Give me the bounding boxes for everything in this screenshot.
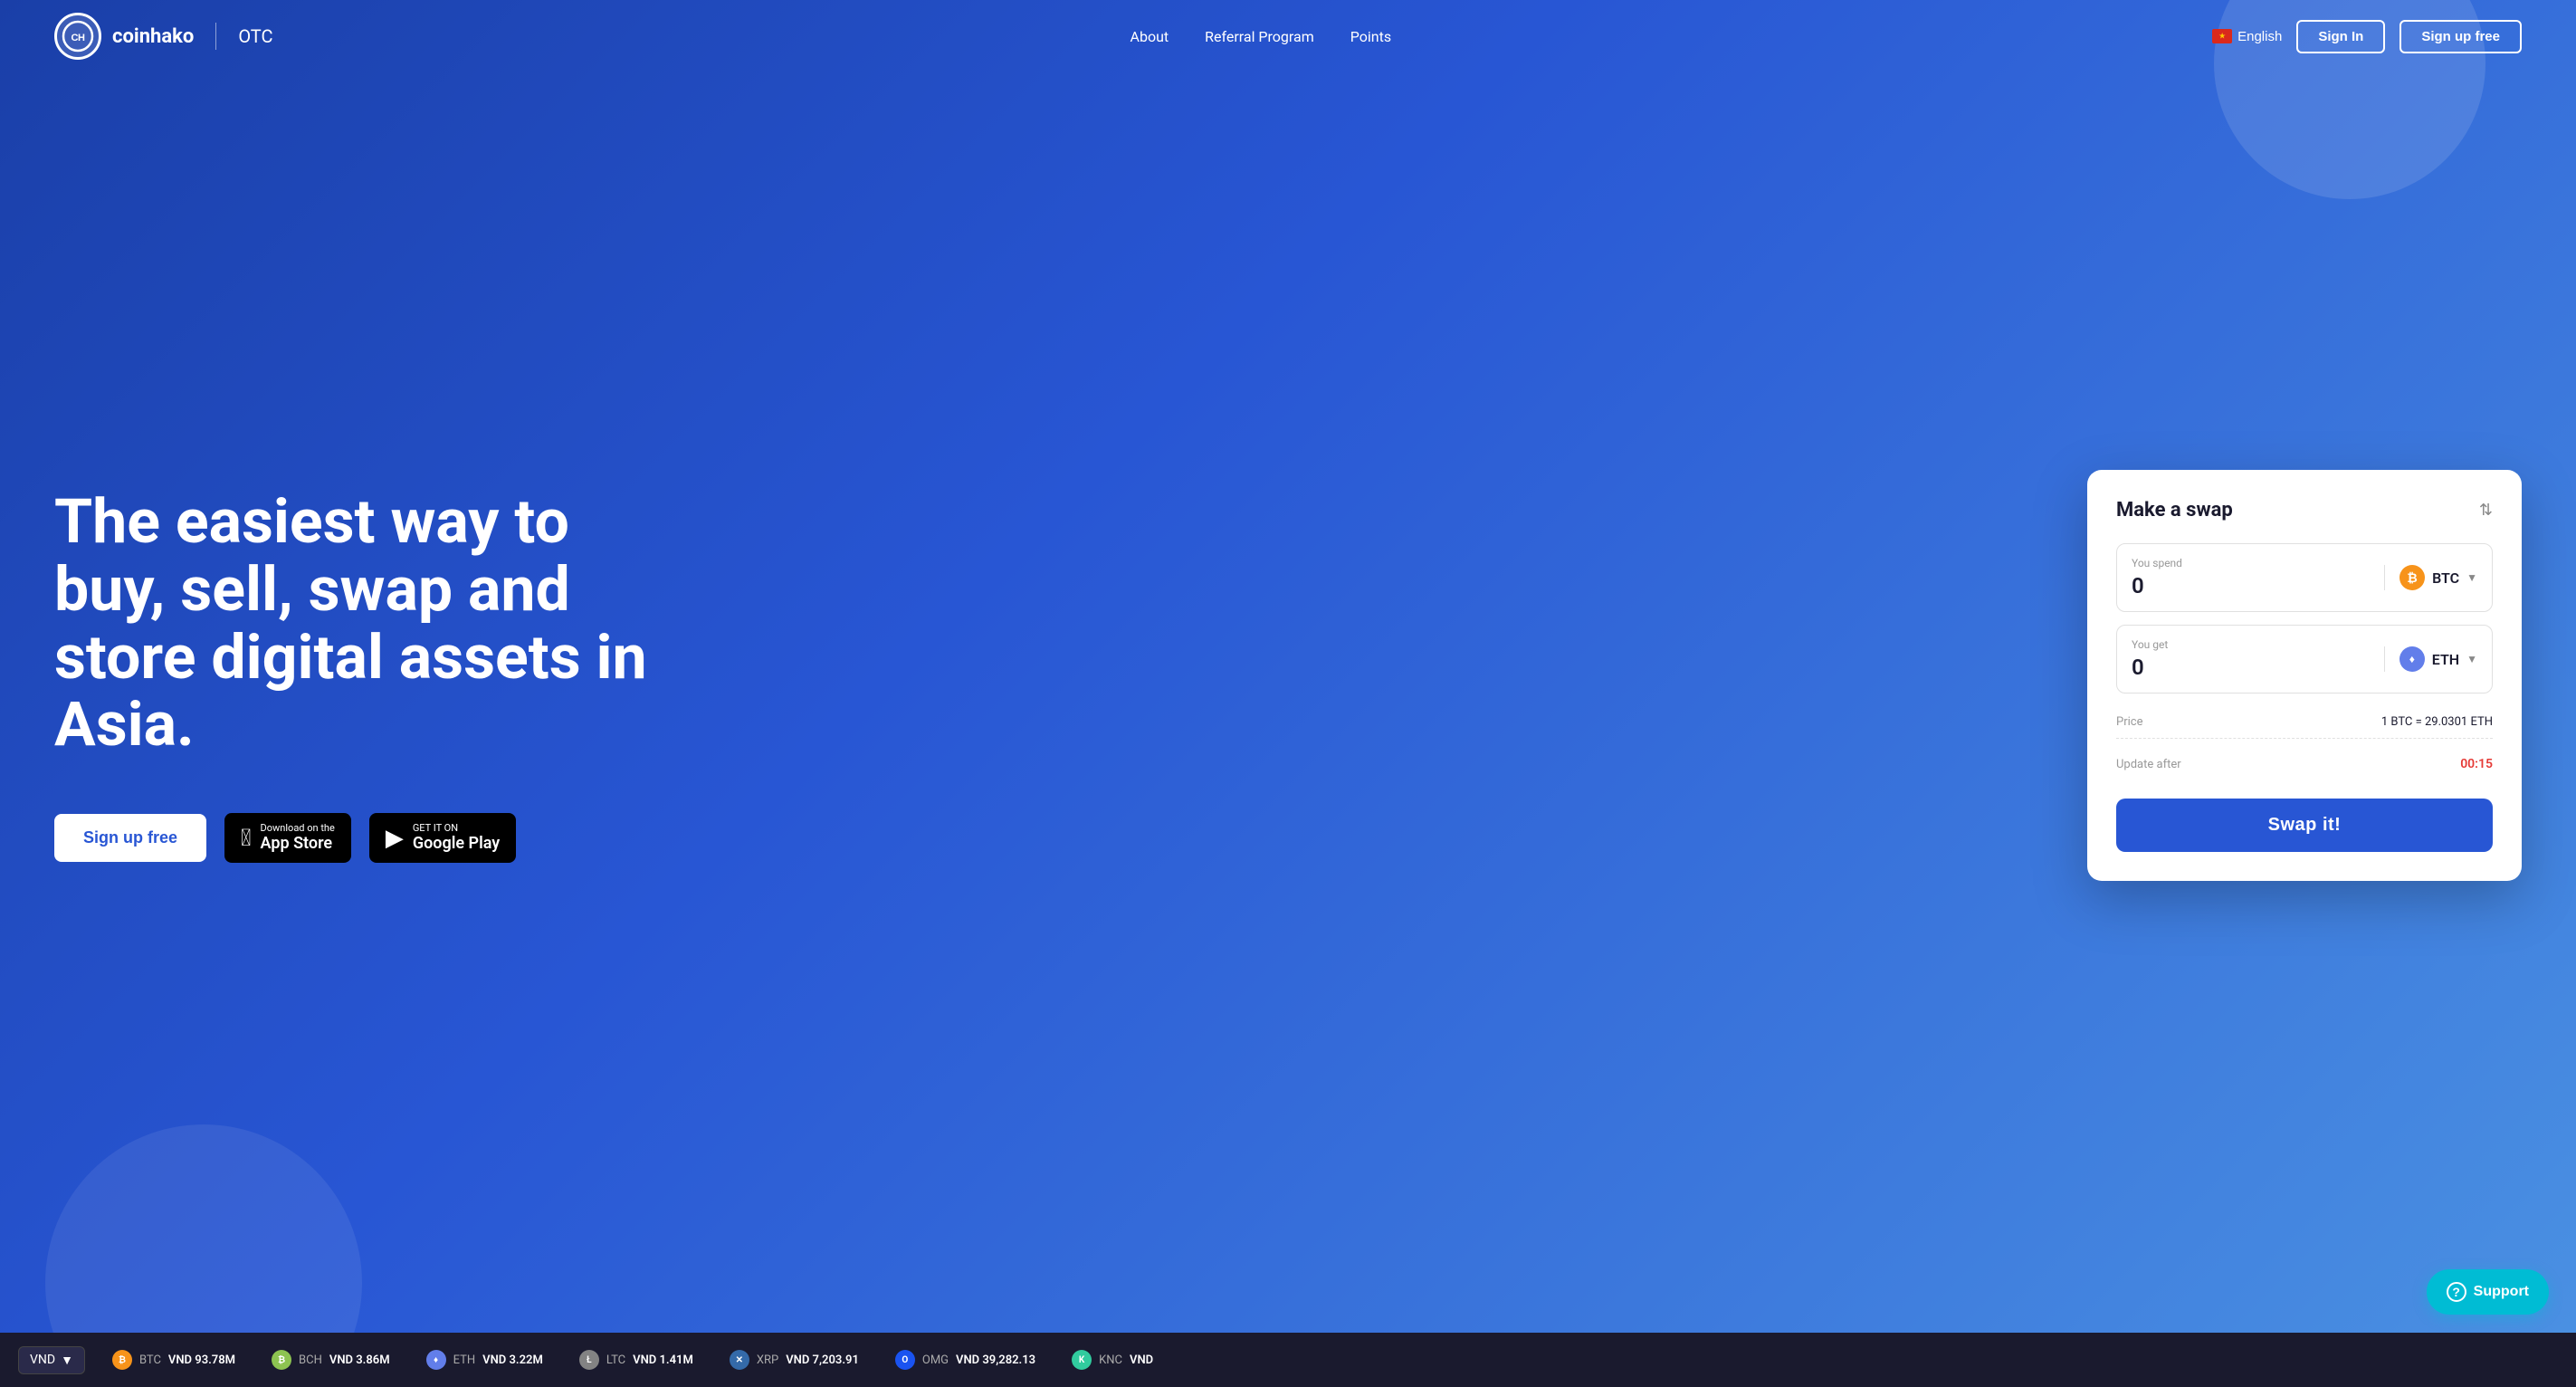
main-nav: About Referral Program Points xyxy=(310,28,2213,45)
swap-title: Make a swap xyxy=(2116,499,2233,521)
ticker-eth: ♦ ETH VND 3.22M xyxy=(426,1350,543,1370)
get-input-left: You get xyxy=(2132,638,2384,680)
ticker-ltc: Ł LTC VND 1.41M xyxy=(579,1350,693,1370)
ltc-ticker-symbol: LTC xyxy=(606,1354,625,1367)
google-play-line2: Google Play xyxy=(413,834,500,854)
ticker-currency-label: VND xyxy=(30,1353,55,1367)
spend-currency-name: BTC xyxy=(2432,569,2459,587)
ticker-omg: O OMG VND 39,282.13 xyxy=(895,1350,1035,1370)
swap-card-header: Make a swap ⇅ xyxy=(2116,499,2493,521)
ltc-ticker-value: VND 1.41M xyxy=(633,1354,693,1367)
update-label: Update after xyxy=(2116,758,2181,771)
spend-label: You spend xyxy=(2132,557,2384,569)
svg-text:CH: CH xyxy=(72,33,85,43)
spend-currency-selector[interactable]: ₿ BTC ▼ xyxy=(2384,565,2477,590)
omg-ticker-icon: O xyxy=(895,1350,915,1370)
swap-arrows-icon[interactable]: ⇅ xyxy=(2479,501,2493,520)
logo-text: coinhako xyxy=(112,25,194,48)
update-row: Update after 00:15 xyxy=(2116,748,2493,780)
bg-circle-2 xyxy=(45,1124,362,1333)
get-currency-name: ETH xyxy=(2432,651,2459,668)
header-right: English Sign In Sign up free xyxy=(2212,20,2522,53)
nav-about[interactable]: About xyxy=(1131,28,1169,45)
swap-card: Make a swap ⇅ You spend ₿ BTC ▼ You get xyxy=(2087,470,2522,881)
update-timer: 00:15 xyxy=(2460,757,2493,771)
get-label: You get xyxy=(2132,638,2384,651)
nav-referral[interactable]: Referral Program xyxy=(1205,28,1314,45)
get-currency-selector[interactable]: ♦ ETH ▼ xyxy=(2384,646,2477,672)
spend-input-left: You spend xyxy=(2132,557,2384,598)
logo-area: CH coinhako OTC xyxy=(54,13,273,60)
ticker-currency-select[interactable]: VND ▼ xyxy=(18,1346,85,1374)
ticker-xrp: ✕ XRP VND 7,203.91 xyxy=(730,1350,859,1370)
language-label: English xyxy=(2237,29,2282,44)
google-play-text: GET IT ON Google Play xyxy=(413,822,500,854)
ltc-ticker-icon: Ł xyxy=(579,1350,599,1370)
signup-header-button[interactable]: Sign up free xyxy=(2399,20,2522,53)
hero-right: Make a swap ⇅ You spend ₿ BTC ▼ You get xyxy=(2087,470,2522,881)
xrp-ticker-symbol: XRP xyxy=(757,1354,778,1367)
omg-ticker-symbol: OMG xyxy=(922,1354,949,1367)
btc-icon: ₿ xyxy=(2399,565,2425,590)
app-store-text: Download on the App Store xyxy=(261,822,335,854)
vietnam-flag-icon xyxy=(2212,29,2232,43)
support-label: Support xyxy=(2474,1284,2529,1300)
bch-ticker-value: VND 3.86M xyxy=(329,1354,390,1367)
google-play-line1: GET IT ON xyxy=(413,822,500,834)
signin-button[interactable]: Sign In xyxy=(2296,20,2385,53)
language-selector[interactable]: English xyxy=(2212,29,2282,44)
google-play-button[interactable]: ▶ GET IT ON Google Play xyxy=(369,813,516,863)
swap-it-button[interactable]: Swap it! xyxy=(2116,799,2493,852)
xrp-ticker-value: VND 7,203.91 xyxy=(786,1354,859,1367)
bch-ticker-symbol: BCH xyxy=(299,1354,322,1367)
logo-divider xyxy=(215,23,216,50)
eth-ticker-value: VND 3.22M xyxy=(482,1354,543,1367)
ticker-bar: VND ▼ ₿ BTC VND 93.78M ₿ BCH VND 3.86M ♦… xyxy=(0,1333,2576,1387)
btc-ticker-symbol: BTC xyxy=(139,1354,161,1367)
hero-ctas: Sign up free  Download on the App Store… xyxy=(54,813,688,863)
app-store-button[interactable]:  Download on the App Store xyxy=(224,813,351,863)
hero-title: The easiest way to buy, sell, swap and s… xyxy=(54,488,688,759)
ticker-knc: K KNC VND xyxy=(1072,1350,1153,1370)
bch-ticker-icon: ₿ xyxy=(272,1350,291,1370)
eth-icon: ♦ xyxy=(2399,646,2425,672)
apple-icon:  xyxy=(241,825,252,852)
nav-points[interactable]: Points xyxy=(1350,28,1391,45)
hero-left: The easiest way to buy, sell, swap and s… xyxy=(54,488,688,863)
hero-section: The easiest way to buy, sell, swap and s… xyxy=(0,0,2576,1333)
price-label: Price xyxy=(2116,715,2142,729)
app-store-line1: Download on the xyxy=(261,822,335,834)
btc-ticker-value: VND 93.78M xyxy=(168,1354,235,1367)
header: CH coinhako OTC About Referral Program P… xyxy=(0,0,2576,72)
ticker-bch: ₿ BCH VND 3.86M xyxy=(272,1350,390,1370)
ticker-btc: ₿ BTC VND 93.78M xyxy=(112,1350,235,1370)
get-currency-chevron-icon: ▼ xyxy=(2466,653,2477,665)
app-store-line2: App Store xyxy=(261,834,335,854)
btc-ticker-icon: ₿ xyxy=(112,1350,132,1370)
signup-free-button[interactable]: Sign up free xyxy=(54,814,206,862)
knc-ticker-icon: K xyxy=(1072,1350,1092,1370)
spend-currency-chevron-icon: ▼ xyxy=(2466,571,2477,584)
spend-input[interactable] xyxy=(2132,573,2384,598)
get-input[interactable] xyxy=(2132,655,2384,680)
you-spend-group: You spend ₿ BTC ▼ xyxy=(2116,543,2493,612)
omg-ticker-value: VND 39,282.13 xyxy=(956,1354,1035,1367)
price-row: Price 1 BTC = 29.0301 ETH xyxy=(2116,706,2493,739)
ticker-currency-chevron-icon: ▼ xyxy=(61,1353,73,1368)
google-play-icon: ▶ xyxy=(386,825,404,852)
eth-ticker-icon: ♦ xyxy=(426,1350,446,1370)
support-icon: ? xyxy=(2447,1282,2466,1302)
knc-ticker-symbol: KNC xyxy=(1099,1354,1122,1367)
knc-ticker-value: VND xyxy=(1130,1354,1153,1367)
xrp-ticker-icon: ✕ xyxy=(730,1350,749,1370)
you-get-group: You get ♦ ETH ▼ xyxy=(2116,625,2493,694)
support-button[interactable]: ? Support xyxy=(2427,1269,2549,1315)
ticker-items: ₿ BTC VND 93.78M ₿ BCH VND 3.86M ♦ ETH V… xyxy=(112,1350,2558,1370)
logo-icon: CH xyxy=(54,13,101,60)
logo-otc: OTC xyxy=(238,25,272,47)
price-value: 1 BTC = 29.0301 ETH xyxy=(2381,715,2493,729)
eth-ticker-symbol: ETH xyxy=(453,1354,476,1367)
